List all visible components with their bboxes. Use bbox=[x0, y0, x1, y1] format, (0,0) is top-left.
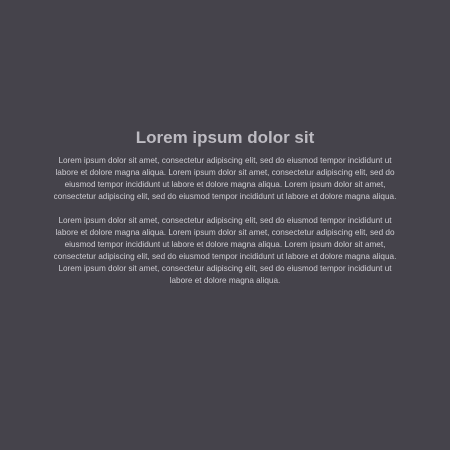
body-paragraph-2: Lorem ipsum dolor sit amet, consectetur … bbox=[53, 216, 397, 285]
page-title: Lorem ipsum dolor sit bbox=[135, 128, 315, 147]
body-paragraph-1: Lorem ipsum dolor sit amet, consectetur … bbox=[53, 156, 397, 201]
page-canvas: Lorem ipsum dolor sit Lorem ipsum dolor … bbox=[0, 0, 450, 450]
text-block: Lorem ipsum dolor sit Lorem ipsum dolor … bbox=[50, 128, 400, 287]
